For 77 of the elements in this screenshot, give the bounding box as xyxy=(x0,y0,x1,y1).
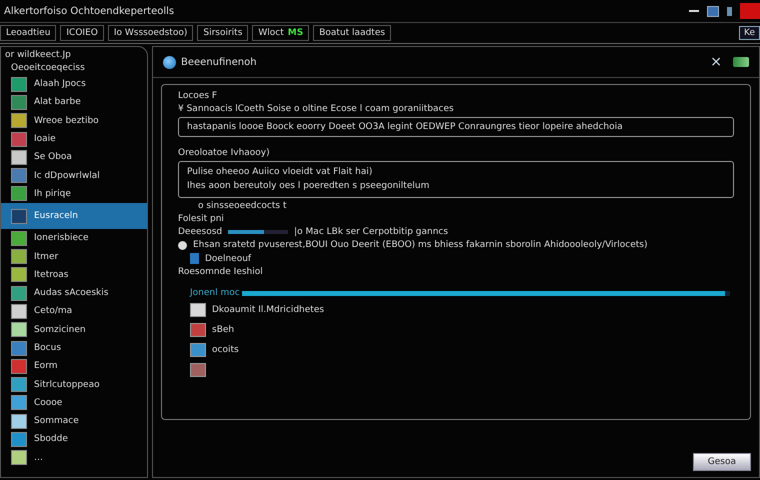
item-label: Sommace xyxy=(34,416,79,426)
section-label: Folesit pni xyxy=(178,214,225,224)
restore-button[interactable] xyxy=(707,6,719,16)
window-title: Alkertorfoiso Ochtoendkeperteolls xyxy=(4,6,174,16)
sidebar-item[interactable]: Ioaie xyxy=(1,130,147,148)
sidebar-item[interactable]: Sbodde xyxy=(1,430,147,449)
item-label: Coooe xyxy=(34,398,62,408)
sidebar-item[interactable]: Itetroas xyxy=(1,266,147,284)
sidebar-item[interactable]: Sitrlcutoppeao xyxy=(1,375,147,394)
toolbar-tab[interactable]: Boatut laadtes xyxy=(313,25,392,41)
item-label: Itetroas xyxy=(34,270,68,280)
progress-label: Jonenl moc xyxy=(190,288,240,298)
radio-label: Ehsan sratetd pvuserest,BOUI Ouo Deerit (EBOO) ms bhiess fakarnin sborolin Ahidoooleoly/Virlocets) xyxy=(193,240,648,250)
toolbar-tab[interactable]: Io Wsssoedstoo) xyxy=(108,25,194,41)
field-label: Oreoloatoe Ivhaooy) xyxy=(178,148,271,158)
item-label: Eusraceln xyxy=(34,211,78,222)
file-name: ocoits xyxy=(212,344,239,354)
sidebar-item[interactable]: Se Oboa xyxy=(1,148,147,166)
panel-title: Beeenufinenoh xyxy=(181,56,258,68)
sidebar-item[interactable]: … xyxy=(1,448,147,467)
file-name: Doelneouf xyxy=(205,254,252,264)
sidebar-item[interactable]: Eorm xyxy=(1,357,147,376)
option-text: |o Mac LBk ser Cerpotbitip ganncs xyxy=(294,227,448,237)
item-label: Eorm xyxy=(34,361,58,372)
sidebar-item[interactable]: Eusraceln xyxy=(1,203,147,230)
item-label: … xyxy=(34,452,43,463)
sidebar-item[interactable]: Ic dDpowrlwlal xyxy=(1,166,147,185)
hint-text: o sinsseoeedcocts t xyxy=(197,201,288,211)
item-label: Alaah Jpocs xyxy=(34,79,86,90)
item-label: Bocus xyxy=(34,343,62,353)
section-label: Roesomnde Ieshiol xyxy=(178,267,264,277)
file-name: sBeh xyxy=(212,324,234,334)
section-label: Locoes F xyxy=(178,91,218,101)
slider[interactable] xyxy=(228,230,288,234)
sidebar-item[interactable]: Bocus xyxy=(1,338,147,358)
close-button[interactable]: × xyxy=(710,54,722,70)
file-name: Dkoaumit Il.Mdricidhetes xyxy=(212,304,324,314)
item-label: Se Oboa xyxy=(34,152,72,162)
sidebar-item[interactable]: Ceto/ma xyxy=(1,302,147,321)
item-label: Ih piriqe xyxy=(34,188,71,199)
sidebar-item[interactable]: Ih piriqe xyxy=(1,184,147,204)
window-icon xyxy=(727,6,732,16)
globe-icon xyxy=(163,56,176,68)
document-icon xyxy=(190,253,199,264)
sidebar-item[interactable]: Wreoe beztibo xyxy=(1,112,147,130)
sidebar-subheading: Oeoeitcoeqeciss xyxy=(10,62,86,75)
item-label: Somzicinen xyxy=(34,324,86,335)
input-field[interactable]: hastapanis loooe Boock eoorry Doeet OO3A legint OEDWEP Conraungres tieor lopeire ahedchoia xyxy=(178,117,734,137)
sidebar-item[interactable]: Alat barbe xyxy=(1,93,147,112)
item-label: Ceto/ma xyxy=(34,306,72,316)
header-field[interactable]: Ke xyxy=(739,26,760,40)
option-text: ¥ Sannoacis lCoeth Soise o oltine Ecose l coam goraniitbaces xyxy=(178,104,455,114)
radio-button[interactable] xyxy=(178,240,187,250)
item-label: Itmer xyxy=(34,252,58,262)
item-label: Sbodde xyxy=(34,434,68,444)
sidebar-item[interactable]: Coooe xyxy=(1,394,147,412)
item-label: Ic dDpowrlwlal xyxy=(34,170,100,181)
toolbar-tab[interactable]: ICOIEO xyxy=(60,25,104,41)
item-label: Audas sAcoeskis xyxy=(34,288,108,298)
item-label: Wreoe beztibo xyxy=(34,116,99,126)
slider-label: Deeesosd xyxy=(178,227,222,237)
toolbar-tab[interactable]: Wloct MS xyxy=(252,25,310,41)
item-label: Ionerisbiece xyxy=(34,233,89,244)
sidebar-item[interactable]: Itmer xyxy=(1,247,147,266)
item-label: Ioaie xyxy=(34,134,56,144)
sidebar-item[interactable]: Alaah Jpocs xyxy=(1,75,147,94)
sidebar-item[interactable]: Somzicinen xyxy=(1,320,147,339)
sidebar-item[interactable]: Sommace xyxy=(1,412,147,430)
item-label: Sitrlcutoppeao xyxy=(34,380,100,390)
item-label: Alat barbe xyxy=(34,97,81,108)
toolbar-tab[interactable]: Leoadtieu xyxy=(0,25,56,41)
toolbar-tab[interactable]: Sirsoirits xyxy=(197,25,248,41)
sidebar-item[interactable]: Ionerisbiece xyxy=(1,229,147,248)
text-area[interactable]: Pulise oheeoo Auiico vloeidt vat Flait hai) Ihes aoon bereutoly oes l poeredten s pseegoniltelum xyxy=(178,161,734,198)
cancel-button[interactable]: Gesoa xyxy=(692,453,751,471)
sidebar-heading: or wildkeect.Jp xyxy=(4,50,72,60)
sidebar-item[interactable]: Audas sAcoeskis xyxy=(1,284,147,302)
